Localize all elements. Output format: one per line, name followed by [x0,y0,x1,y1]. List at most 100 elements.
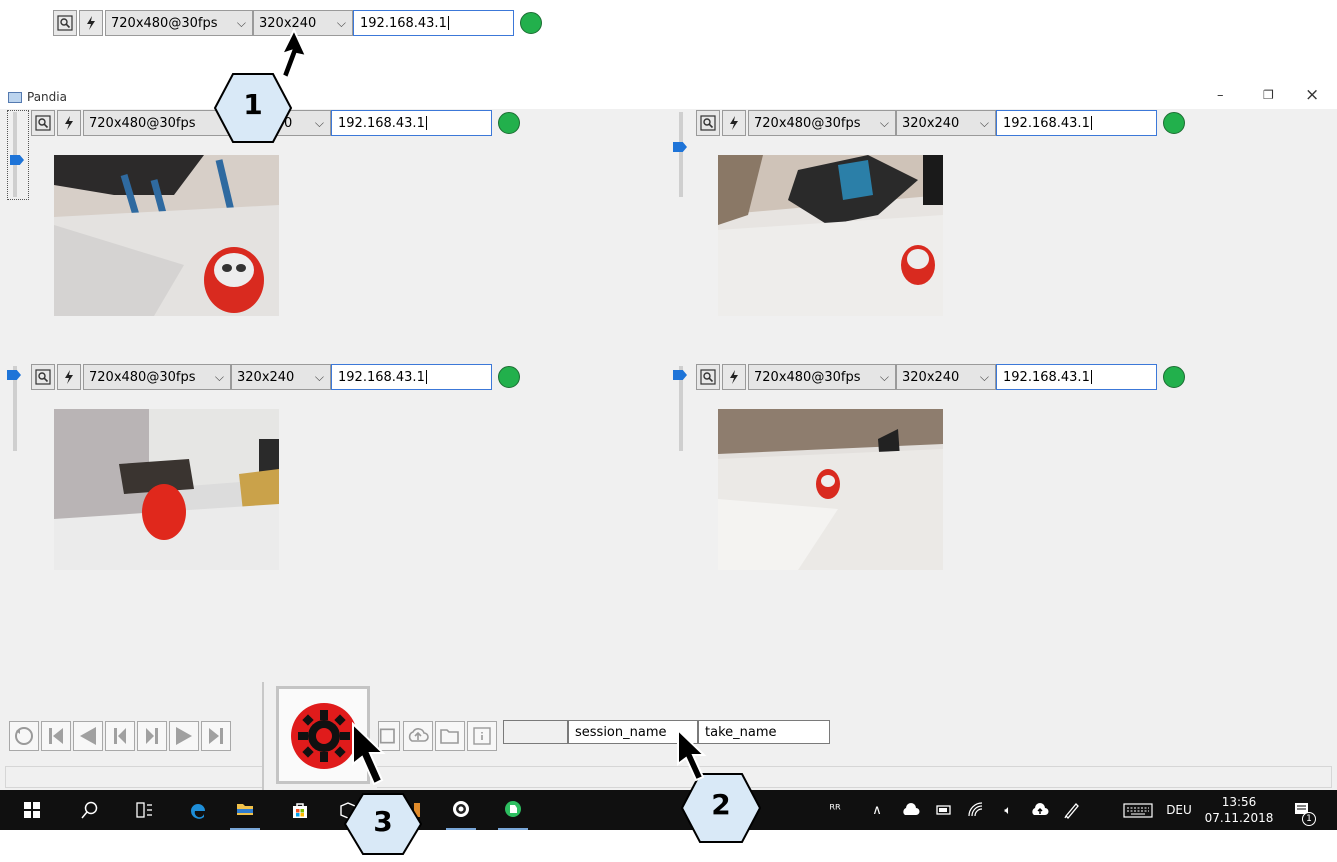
zoom-button[interactable] [53,10,77,36]
magnifier-icon [35,115,51,131]
resolution-select[interactable]: 720x480@30fps ⌵ [748,364,896,390]
flash-button[interactable] [722,364,746,390]
volume-tray[interactable]: 🔈︎ [996,790,1020,830]
camera-preview-1 [54,155,279,316]
evernote-app[interactable] [498,790,528,830]
back-icon [80,727,96,745]
cursor-arrow-icon [677,728,707,782]
zoom-button[interactable] [696,364,720,390]
project-field[interactable] [503,720,568,744]
ip-input[interactable]: 192.168.43.1 [331,364,492,390]
slider-thumb[interactable] [673,370,687,380]
next-frame-button[interactable] [137,721,167,751]
flash-button[interactable] [79,10,103,36]
chevron-down-icon: ⌵ [879,370,889,384]
chevron-down-icon: ⌵ [979,370,989,384]
task-view-button[interactable] [130,790,158,830]
explorer-app[interactable] [230,790,260,830]
cursor-arrow-icon [352,722,386,786]
upload-tray[interactable] [1028,790,1052,830]
close-button[interactable]: × [1305,85,1319,105]
edge-app[interactable] [184,790,212,830]
preview-size-select[interactable]: 320x240 ⌵ [231,364,331,390]
camera-preview-2 [718,155,943,316]
camera-preview-3 [54,409,279,570]
resolution-value: 720x480@30fps [89,369,196,385]
text-caret [447,16,449,30]
preview-size-value: 320x240 [902,115,960,131]
take-name-field[interactable]: take_name [698,720,830,744]
slider-thumb[interactable] [673,142,687,152]
speaker-icon: 🔈︎ [1004,802,1012,817]
prev-frame-button[interactable] [105,721,135,751]
ip-value: 192.168.43.1 [338,115,425,131]
ip-input[interactable]: 192.168.43.1 [331,110,492,136]
preview-size-value: 320x240 [902,369,960,385]
clock[interactable]: 13:56 07.11.2018 [1203,794,1275,826]
back-button[interactable] [73,721,103,751]
resolution-select[interactable]: 720x480@30fps ⌵ [105,10,253,36]
minimize-button[interactable]: – [1217,88,1224,103]
clock-time: 13:56 [1221,795,1257,809]
resolution-value: 720x480@30fps [754,115,861,131]
lightning-icon [730,116,738,130]
resolution-select[interactable]: 720x480@30fps ⌵ [748,110,896,136]
battery-tray[interactable] [932,790,956,830]
text-caret [425,370,427,384]
pen-icon [1064,803,1079,819]
text-caret [1090,116,1092,130]
chevron-down-icon: ⌵ [314,116,324,130]
last-frame-button[interactable] [201,721,231,751]
windows-logo-icon [24,802,40,818]
pen-tray[interactable] [1060,790,1084,830]
wifi-tray[interactable] [964,790,988,830]
first-frame-button[interactable] [41,721,71,751]
obs-app[interactable] [446,790,476,830]
slider-track[interactable] [679,112,683,197]
info-icon [473,727,491,745]
folder-button[interactable] [435,721,465,751]
session-name-value: session_name [575,724,667,740]
zoom-button[interactable] [696,110,720,136]
resolution-select[interactable]: 720x480@30fps ⌵ [83,364,231,390]
app-icon [8,92,22,103]
wifi-icon [968,802,983,817]
ip-value: 192.168.43.1 [1003,115,1090,131]
start-button[interactable] [18,790,46,830]
onedrive-tray[interactable] [899,790,923,830]
folder-icon [237,804,253,815]
resolution-select[interactable]: 720x480@30fps [83,110,231,136]
refresh-button[interactable] [9,721,39,751]
zoom-button[interactable] [31,364,55,390]
info-button[interactable] [467,721,497,751]
edge-icon [191,804,205,819]
flash-button[interactable] [57,364,81,390]
zoom-button[interactable] [31,110,55,136]
first-frame-icon [49,728,63,744]
play-button[interactable] [169,721,199,751]
ip-value: 192.168.43.1 [360,15,447,31]
callout-3: 3 [343,790,423,858]
last-frame-icon [209,728,223,744]
preview-size-select[interactable]: 320x240 ⌵ [896,110,996,136]
camera-bar-2: 720x480@30fps ⌵ 320x240 ⌵ 192.168.43.1 [696,110,1185,136]
keyboard-tray[interactable] [1120,790,1156,830]
ip-input[interactable]: 192.168.43.1 [996,364,1157,390]
search-button[interactable] [76,790,104,830]
flash-button[interactable] [722,110,746,136]
slider-thumb[interactable] [7,370,21,380]
flash-button[interactable] [57,110,81,136]
ip-input[interactable]: 192.168.43.1 [996,110,1157,136]
status-indicator [1163,112,1185,134]
tray-overflow-button[interactable]: ∧ [867,790,887,830]
preview-size-value: 320x240 [237,369,295,385]
restore-button[interactable]: ❐ [1263,88,1274,102]
store-app[interactable] [286,790,314,830]
people-button[interactable]: ᴿᴿ [823,790,847,830]
language-indicator[interactable]: DEU [1163,790,1195,830]
upload-button[interactable] [403,721,433,751]
callout-2-label: 2 [711,788,731,821]
preview-size-select[interactable]: 320x240 ⌵ [896,364,996,390]
ip-input[interactable]: 192.168.43.1 [353,10,514,36]
evernote-icon [505,801,521,817]
